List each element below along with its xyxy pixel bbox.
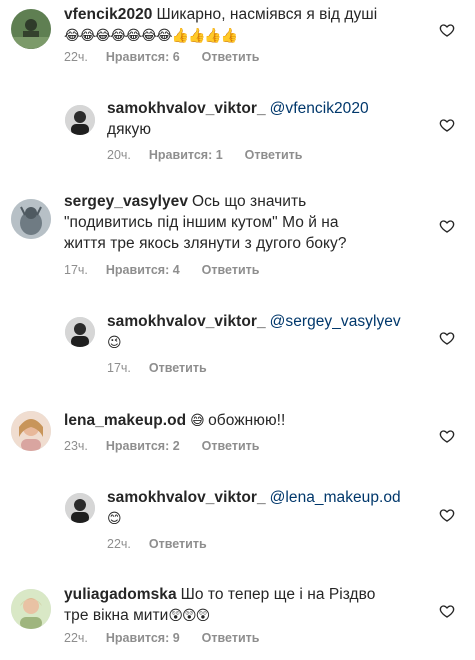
heart-outline-icon[interactable] [439, 117, 455, 133]
comment-time: 20ч. [107, 148, 131, 162]
comment-time: 17ч. [64, 263, 88, 277]
reply-button[interactable]: Ответить [202, 263, 260, 277]
heart-outline-icon[interactable] [439, 218, 455, 234]
comment-likes[interactable]: Нравится: 1 [149, 148, 223, 162]
comment-username[interactable]: samokhvalov_viktor_ [107, 100, 266, 117]
comment-likes[interactable]: Нравится: 4 [106, 263, 180, 277]
avatar[interactable] [11, 9, 51, 49]
heart-outline-icon[interactable] [439, 330, 455, 346]
avatar[interactable] [11, 589, 51, 629]
reply-button[interactable]: Ответить [202, 50, 260, 64]
comment-meta: 17ч. Нравится: 4 Ответить [64, 263, 259, 277]
comment-meta: 22ч. Ответить [107, 537, 207, 551]
comment-emoji: 😅 [190, 413, 205, 429]
comment-emoji: 😂😂😂😂😂😂😂👍👍👍👍 [64, 28, 238, 44]
comment-emoji: 😲😲😲 [168, 608, 210, 624]
comment-mention[interactable]: @sergey_vasylyev [270, 313, 401, 330]
reply-button[interactable]: Ответить [202, 439, 260, 453]
avatar[interactable] [11, 199, 51, 239]
comment-text: yuliagadomska Шо то тепер ще і на Різдво … [64, 584, 424, 627]
comment-username[interactable]: vfencik2020 [64, 6, 152, 23]
comment-time: 22ч. [107, 537, 131, 551]
reply-button[interactable]: Ответить [245, 148, 303, 162]
comment-body: дякую [107, 121, 152, 138]
comment-body-line1: Ось що значить [192, 193, 307, 210]
comment-text: lena_makeup.od 😅 обожнюю!! [64, 410, 394, 432]
comment-meta: 23ч. Нравится: 2 Ответить [64, 439, 259, 453]
comment-mention[interactable]: @lena_makeup.od [270, 489, 401, 506]
comment-time: 22ч. [64, 50, 88, 64]
comment-body: Шикарно, насміявся я від душі [156, 6, 378, 23]
comment-emoji: 😉 [107, 335, 122, 351]
heart-outline-icon[interactable] [439, 428, 455, 444]
heart-outline-icon[interactable] [439, 22, 455, 38]
comment-username[interactable]: sergey_vasylyev [64, 193, 188, 210]
avatar[interactable] [65, 317, 95, 347]
avatar[interactable] [65, 105, 95, 135]
comment-username[interactable]: samokhvalov_viktor_ [107, 489, 266, 506]
comment-likes[interactable]: Нравится: 2 [106, 439, 180, 453]
heart-outline-icon[interactable] [439, 603, 455, 619]
comment-text: vfencik2020 Шикарно, насміявся я від душі… [64, 4, 394, 47]
comment-username[interactable]: yuliagadomska [64, 586, 177, 603]
comment-meta: 22ч. Нравится: 6 Ответить [64, 50, 259, 64]
comment-time: 23ч. [64, 439, 88, 453]
comment-meta: 20ч. Нравится: 1 Ответить [107, 148, 302, 162]
comment-time: 22ч. [64, 631, 88, 645]
comment-likes[interactable]: Нравится: 9 [106, 631, 180, 645]
comment-username[interactable]: samokhvalov_viktor_ [107, 313, 266, 330]
reply-button[interactable]: Ответить [149, 537, 207, 551]
comment-likes[interactable]: Нравится: 6 [106, 50, 180, 64]
comment-body-line3: життя тре якось злянути з дугого боку? [64, 235, 347, 252]
comment-body-line2: "подивитись під іншим кутом" Мо й на [64, 214, 339, 231]
comment-text: samokhvalov_viktor_ @lena_makeup.od 😊 [107, 487, 437, 530]
heart-outline-icon[interactable] [439, 507, 455, 523]
reply-button[interactable]: Ответить [202, 631, 260, 645]
comment-text: samokhvalov_viktor_ @sergey_vasylyev 😉 [107, 311, 437, 354]
comment-text: samokhvalov_viktor_ @vfencik2020 дякую [107, 98, 427, 140]
reply-button[interactable]: Ответить [149, 361, 207, 375]
avatar[interactable] [11, 411, 51, 451]
comment-time: 17ч. [107, 361, 131, 375]
comment-mention[interactable]: @vfencik2020 [270, 100, 369, 117]
comment-body: обожнюю!! [208, 412, 286, 429]
avatar[interactable] [65, 493, 95, 523]
comment-meta: 17ч. Ответить [107, 361, 207, 375]
comment-emoji: 😊 [107, 511, 122, 527]
comment-body-line2: тре вікна мити [64, 607, 169, 624]
comment-text: sergey_vasylyev Ось що значить "подивитис… [64, 191, 424, 254]
comment-username[interactable]: lena_makeup.od [64, 412, 186, 429]
comment-body-line1: Шо то тепер ще і на Різдво [180, 586, 376, 603]
comment-meta: 22ч. Нравится: 9 Ответить [64, 631, 259, 645]
